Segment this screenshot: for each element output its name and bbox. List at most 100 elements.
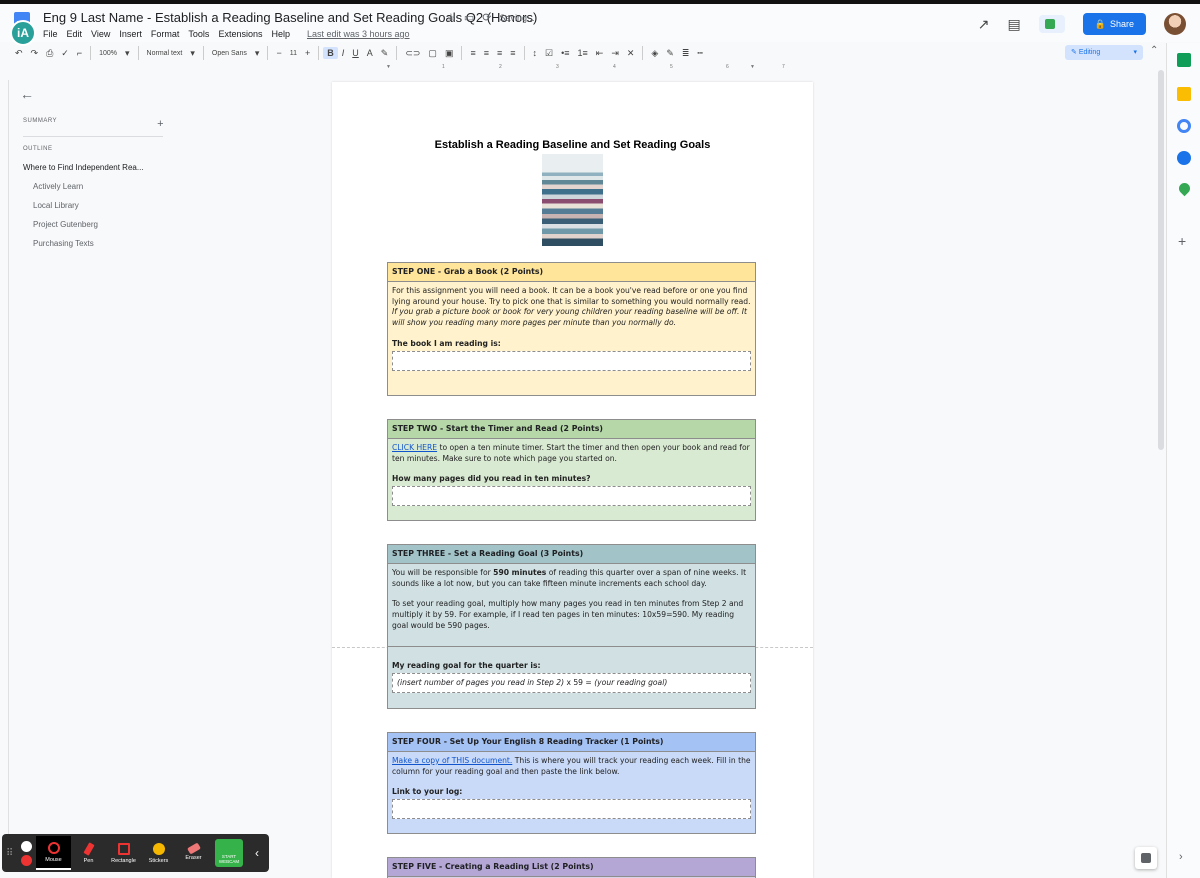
eraser-tool[interactable]: Eraser xyxy=(176,842,211,861)
step-three-body[interactable]: You will be responsible for 590 minutes … xyxy=(388,564,755,632)
menu-format[interactable]: Format xyxy=(151,29,180,39)
menu-edit[interactable]: Edit xyxy=(67,29,83,39)
collapse-toolbar-icon[interactable]: ‹ xyxy=(255,846,259,860)
step-three-box[interactable]: STEP THREE - Set a Reading Goal (3 Point… xyxy=(387,544,756,709)
outline-item-actively-learn[interactable]: Actively Learn xyxy=(33,182,168,191)
menu-view[interactable]: View xyxy=(91,29,110,39)
comment-icon[interactable]: ▢ xyxy=(424,48,441,59)
document-heading[interactable]: Establish a Reading Baseline and Set Rea… xyxy=(332,139,813,151)
menu-extensions[interactable]: Extensions xyxy=(218,29,262,39)
copy-document-link[interactable]: Make a copy of THIS document. xyxy=(392,756,512,765)
outline-item-heading[interactable]: Where to Find Independent Rea... xyxy=(23,163,168,172)
rectangle-tool[interactable]: Rectangle xyxy=(106,842,141,864)
bold-button[interactable]: B xyxy=(323,47,338,59)
step-five-box[interactable]: STEP FIVE - Creating a Reading List (2 P… xyxy=(387,857,756,878)
checklist-icon[interactable]: ☑ xyxy=(541,48,557,59)
clear-formatting-icon[interactable]: ✕ xyxy=(623,48,639,59)
mouse-tool[interactable]: Mouse xyxy=(36,836,71,870)
highlight-icon[interactable]: ✎ xyxy=(377,48,393,59)
numbered-list-icon[interactable]: 1≡ xyxy=(574,48,592,58)
horizontal-ruler[interactable]: ▼ 1 2 3 4 5 6 ▼ 7 xyxy=(330,64,814,72)
text-color-button[interactable]: A xyxy=(363,48,377,58)
activity-trend-icon[interactable]: ↗ xyxy=(978,16,990,33)
stop-icon[interactable] xyxy=(20,854,32,866)
outline-item-purchasing-texts[interactable]: Purchasing Texts xyxy=(33,239,168,248)
editing-mode-select[interactable]: ✎ Editing ▾ xyxy=(1065,45,1143,60)
decrease-font-icon[interactable]: − xyxy=(272,48,285,58)
menu-tools[interactable]: Tools xyxy=(188,29,209,39)
tasks-icon[interactable] xyxy=(1177,119,1191,133)
align-center-icon[interactable]: ≡ xyxy=(480,48,493,58)
star-icon[interactable]: ☆ xyxy=(446,11,456,24)
add-summary-icon[interactable]: + xyxy=(157,118,164,130)
menu-file[interactable]: File xyxy=(43,29,58,39)
explore-button[interactable] xyxy=(1135,847,1157,869)
document-page[interactable]: Establish a Reading Baseline and Set Rea… xyxy=(332,82,813,878)
meet-icon[interactable] xyxy=(1038,15,1065,33)
step-one-box[interactable]: STEP ONE - Grab a Book (2 Points) For th… xyxy=(387,262,756,396)
chevron-right-icon[interactable]: › xyxy=(1179,851,1193,865)
redo-icon[interactable]: ↷ xyxy=(27,48,43,59)
image-icon[interactable]: ▣ xyxy=(441,48,458,59)
share-button[interactable]: 🔒 Share xyxy=(1082,13,1146,35)
step-three-title[interactable]: STEP THREE - Set a Reading Goal (3 Point… xyxy=(388,545,755,564)
stacked-books-image[interactable] xyxy=(542,154,603,246)
vertical-ruler[interactable] xyxy=(1,80,9,860)
increase-indent-icon[interactable]: ⇥ xyxy=(607,48,623,59)
timer-link[interactable]: CLICK HERE xyxy=(392,443,437,452)
hide-menus-icon[interactable]: ⌃ xyxy=(1150,45,1158,56)
align-right-icon[interactable]: ≡ xyxy=(493,48,506,58)
bulleted-list-icon[interactable]: •≡ xyxy=(557,48,573,58)
italic-button[interactable]: I xyxy=(338,48,349,58)
step-one-title[interactable]: STEP ONE - Grab a Book (2 Points) xyxy=(388,263,755,282)
step-two-body[interactable]: CLICK HERE to open a ten minute timer. S… xyxy=(388,439,755,485)
sheets-icon[interactable] xyxy=(1177,53,1191,67)
step-one-body[interactable]: For this assignment you will need a book… xyxy=(388,282,755,350)
book-answer-field[interactable] xyxy=(392,350,751,371)
reading-goal-field[interactable]: (insert number of pages you read in Step… xyxy=(392,672,751,693)
spellcheck-icon[interactable]: ✓ xyxy=(57,48,73,59)
drag-handle-icon[interactable]: ⠿ xyxy=(6,848,16,859)
print-icon[interactable]: ⎙ xyxy=(42,48,57,59)
align-justify-icon[interactable]: ≡ xyxy=(506,48,519,58)
decrease-indent-icon[interactable]: ⇤ xyxy=(592,48,608,59)
font-size-input[interactable]: 11 xyxy=(286,50,301,57)
user-avatar[interactable] xyxy=(1164,13,1186,35)
pen-tool[interactable]: Pen xyxy=(71,841,106,864)
paint-format-icon[interactable]: ⌐ xyxy=(73,48,86,58)
contacts-icon[interactable] xyxy=(1177,151,1191,165)
step-two-title[interactable]: STEP TWO - Start the Timer and Read (2 P… xyxy=(388,420,755,439)
underline-button[interactable]: U xyxy=(348,48,363,58)
step-two-box[interactable]: STEP TWO - Start the Timer and Read (2 P… xyxy=(387,419,756,521)
undo-icon[interactable]: ↶ xyxy=(11,48,27,59)
step-four-title[interactable]: STEP FOUR - Set Up Your English 8 Readin… xyxy=(388,733,755,752)
last-edit-link[interactable]: Last edit was 3 hours ago xyxy=(307,29,410,39)
font-select[interactable]: Open Sans xyxy=(208,50,251,57)
keep-icon[interactable] xyxy=(1177,87,1191,101)
border-dash-icon[interactable]: ┅ xyxy=(693,48,706,59)
link-icon[interactable]: ⊂⊃ xyxy=(401,48,424,59)
menu-insert[interactable]: Insert xyxy=(119,29,142,39)
outline-item-local-library[interactable]: Local Library xyxy=(33,201,168,210)
vertical-scrollbar[interactable] xyxy=(1158,70,1164,450)
zoom-select[interactable]: 100% xyxy=(95,50,121,57)
step-four-box[interactable]: STEP FOUR - Set Up Your English 8 Readin… xyxy=(387,732,756,834)
line-spacing-icon[interactable]: ↕ xyxy=(529,48,542,58)
comments-icon[interactable]: ▤ xyxy=(1008,16,1021,33)
increase-font-icon[interactable]: + xyxy=(301,48,314,58)
border-color-icon[interactable]: ✎ xyxy=(662,48,678,59)
maps-icon[interactable] xyxy=(1176,180,1193,197)
stickers-tool[interactable]: Stickers xyxy=(141,842,176,864)
outline-item-project-gutenberg[interactable]: Project Gutenberg xyxy=(33,220,168,229)
align-left-icon[interactable]: ≡ xyxy=(466,48,479,58)
step-four-body[interactable]: Make a copy of THIS document. This is wh… xyxy=(388,752,755,798)
pause-icon[interactable] xyxy=(20,840,32,852)
extension-badge[interactable]: iA xyxy=(10,20,36,46)
move-folder-icon[interactable]: ▭ xyxy=(464,11,474,24)
style-select[interactable]: Normal text xyxy=(143,50,187,57)
add-addon-icon[interactable]: + xyxy=(1178,233,1192,249)
menu-help[interactable]: Help xyxy=(271,29,290,39)
pages-answer-field[interactable] xyxy=(392,486,751,507)
fill-color-icon[interactable]: ◈ xyxy=(647,48,662,59)
log-link-field[interactable] xyxy=(392,799,751,820)
